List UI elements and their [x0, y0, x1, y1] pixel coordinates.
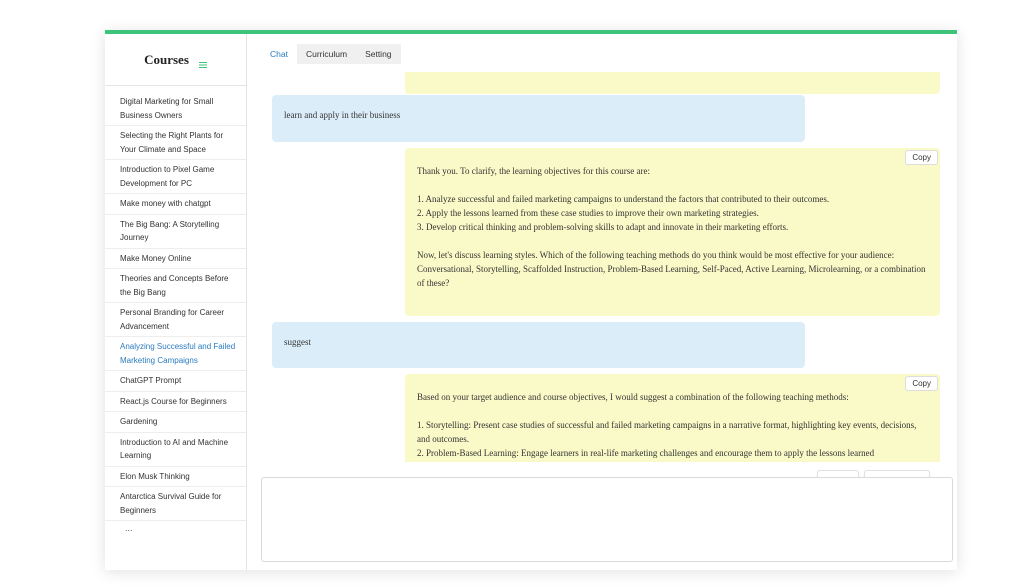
ai-message-item: 1. Storytelling: Present case studies of…: [417, 420, 917, 444]
ai-message-question: Now, let's discuss learning styles. Whic…: [417, 250, 926, 288]
ai-message-item: 1. Analyze successful and failed marketi…: [417, 194, 830, 204]
course-item[interactable]: Introduction to AI and Machine Learning: [105, 433, 246, 467]
course-item[interactable]: Elon Musk Thinking: [105, 467, 246, 487]
ai-message-intro: Based on your target audience and course…: [417, 392, 849, 402]
menu-icon[interactable]: [198, 56, 207, 68]
sidebar: Courses Digital Marketing for Small Busi…: [105, 34, 247, 570]
copy-button[interactable]: Copy: [905, 376, 938, 391]
user-message: suggest: [272, 322, 805, 368]
course-item[interactable]: Digital Marketing for Small Business Own…: [105, 92, 246, 126]
ai-message-item: 2. Apply the lessons learned from these …: [417, 208, 759, 218]
sidebar-header: Courses: [105, 34, 246, 86]
tab-setting[interactable]: Setting: [356, 44, 401, 64]
more-indicator[interactable]: ...: [105, 521, 246, 533]
message-input[interactable]: [261, 477, 953, 562]
sidebar-title: Courses: [144, 51, 189, 67]
copy-button[interactable]: Copy: [905, 150, 938, 165]
ai-message-intro: Thank you. To clarify, the learning obje…: [417, 166, 651, 176]
ai-message: Copy Based on your target audience and c…: [405, 374, 940, 462]
user-message: learn and apply in their business: [272, 95, 805, 142]
tab-chat[interactable]: Chat: [262, 44, 297, 64]
ai-message: Copy Thank you. To clarify, the learning…: [405, 148, 940, 316]
course-item[interactable]: React.js Course for Beginners: [105, 392, 246, 412]
tab-curriculum[interactable]: Curriculum: [296, 44, 357, 64]
main-panel: Chat Curriculum Setting learn and apply …: [247, 34, 957, 570]
user-message-text: suggest: [284, 337, 311, 347]
course-item[interactable]: Introduction to Pixel Game Development f…: [105, 160, 246, 194]
course-item[interactable]: Personal Branding for Career Advancement: [105, 303, 246, 337]
ai-message-item: 3. Develop critical thinking and problem…: [417, 222, 789, 232]
course-item[interactable]: The Big Bang: A Storytelling Journey: [105, 215, 246, 249]
course-item[interactable]: Gardening: [105, 412, 246, 433]
course-item[interactable]: Antarctica Survival Guide for Beginners: [105, 487, 246, 521]
tab-bar: Chat Curriculum Setting: [262, 44, 401, 64]
course-item-active[interactable]: Analyzing Successful and Failed Marketin…: [105, 337, 246, 371]
ai-message-item: 2. Problem-Based Learning: Engage learne…: [417, 448, 875, 458]
course-item[interactable]: Selecting the Right Plants for Your Clim…: [105, 126, 246, 160]
app-window: Courses Digital Marketing for Small Busi…: [105, 30, 957, 570]
chat-area[interactable]: learn and apply in their business Copy T…: [262, 72, 944, 462]
course-item[interactable]: Make money with chatgpt: [105, 194, 246, 215]
user-message-text: learn and apply in their business: [284, 110, 401, 120]
ai-message-partial: [405, 72, 940, 94]
course-item[interactable]: Make Money Online: [105, 249, 246, 269]
course-item[interactable]: ChatGPT Prompt: [105, 371, 246, 392]
course-item[interactable]: Theories and Concepts Before the Big Ban…: [105, 269, 246, 303]
course-list: Digital Marketing for Small Business Own…: [105, 86, 246, 521]
